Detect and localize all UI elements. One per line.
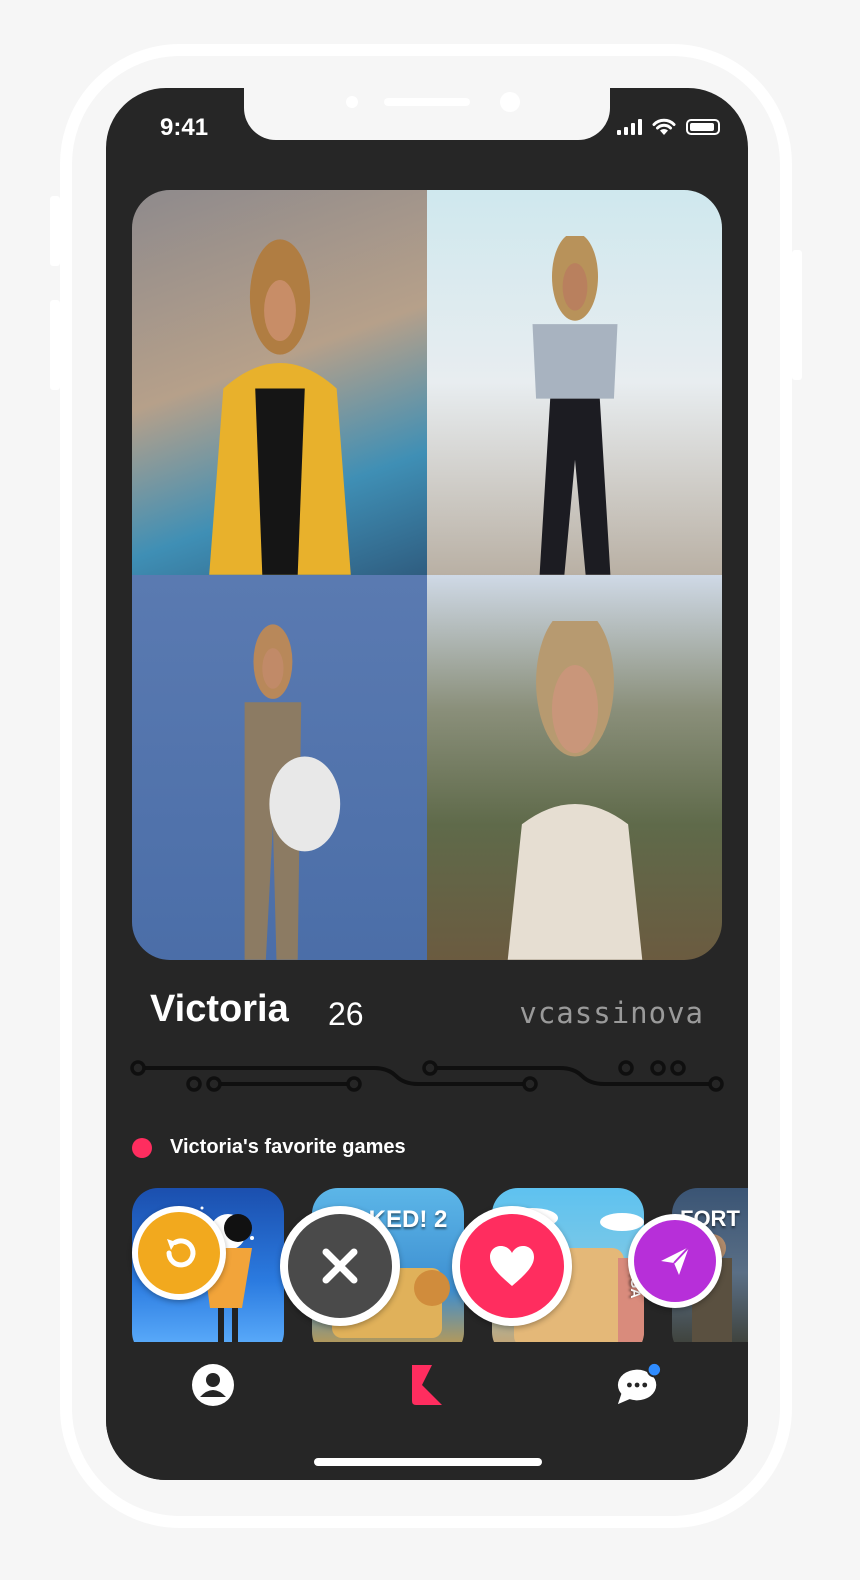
tab-bar bbox=[106, 1342, 748, 1480]
close-icon bbox=[322, 1248, 358, 1284]
section-bullet bbox=[132, 1137, 152, 1158]
side-button bbox=[792, 250, 802, 380]
wifi-icon bbox=[652, 118, 676, 135]
side-button bbox=[50, 300, 60, 390]
dislike-button[interactable] bbox=[280, 1206, 400, 1326]
person-silhouette bbox=[244, 624, 340, 960]
profile-photo[interactable] bbox=[427, 575, 722, 960]
app-screen: 9:41 Victoria 26 vcassinova Victoria's f… bbox=[106, 88, 748, 1480]
tab-home[interactable] bbox=[404, 1362, 450, 1408]
message-button[interactable] bbox=[628, 1214, 722, 1308]
person-silhouette bbox=[208, 239, 351, 575]
profile-icon bbox=[192, 1364, 234, 1406]
profile-name: Victoria bbox=[150, 988, 289, 1030]
profile-photo[interactable] bbox=[427, 190, 722, 575]
app-logo-icon bbox=[412, 1365, 442, 1405]
profile-photo[interactable] bbox=[132, 190, 427, 575]
person-silhouette bbox=[532, 236, 617, 575]
chat-icon bbox=[617, 1363, 662, 1405]
profile-username: vcassinova bbox=[519, 996, 704, 1030]
notification-badge bbox=[646, 1363, 662, 1378]
like-button[interactable] bbox=[452, 1206, 572, 1326]
side-button bbox=[50, 196, 60, 266]
undo-icon bbox=[166, 1238, 196, 1268]
tab-messages[interactable] bbox=[616, 1362, 662, 1408]
heart-icon bbox=[490, 1246, 534, 1286]
circuit-divider bbox=[130, 1060, 724, 1092]
battery-icon bbox=[686, 119, 720, 135]
profile-header: Victoria 26 vcassinova bbox=[150, 988, 704, 1038]
send-icon bbox=[661, 1246, 690, 1275]
profile-age: 26 bbox=[328, 996, 364, 1032]
tab-profile[interactable] bbox=[190, 1362, 236, 1408]
notch bbox=[244, 88, 610, 140]
games-section-title: Victoria's favorite games bbox=[132, 1136, 406, 1159]
signal-icon bbox=[617, 119, 642, 135]
person-silhouette bbox=[507, 621, 642, 960]
status-time: 9:41 bbox=[160, 114, 209, 141]
profile-photo[interactable] bbox=[132, 575, 427, 960]
games-title-text: Victoria's favorite games bbox=[170, 1136, 406, 1158]
photo-grid[interactable] bbox=[132, 190, 722, 960]
home-indicator bbox=[314, 1458, 542, 1466]
status-icons bbox=[617, 118, 720, 136]
undo-button[interactable] bbox=[132, 1206, 226, 1300]
